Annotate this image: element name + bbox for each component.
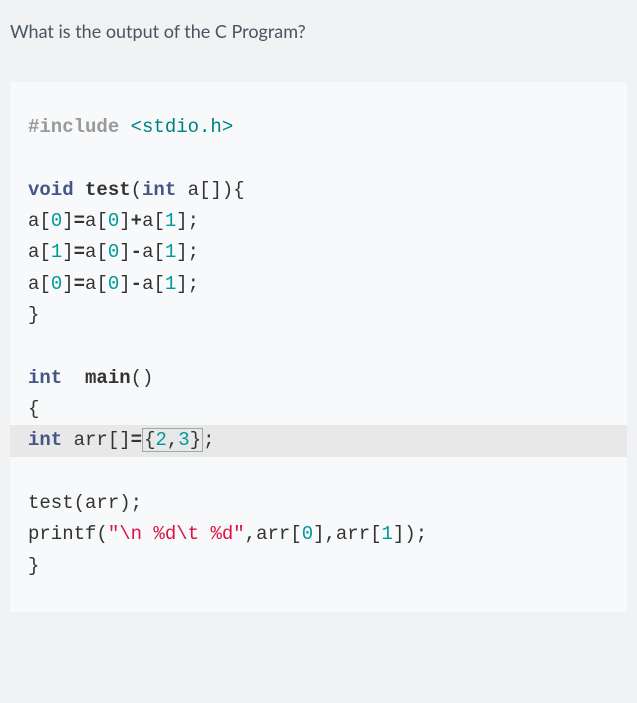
question-text: What is the output of the C Program? (0, 0, 637, 52)
function-name: test (85, 179, 131, 201)
selection-box: {2,3} (142, 428, 203, 452)
keyword-int: int (142, 179, 176, 201)
code-block: #include <stdio.h> void test(int a[]){ a… (10, 82, 627, 612)
preprocessor: #include (28, 116, 119, 138)
string-literal: "\n %d\t %d" (108, 523, 245, 545)
keyword-void: void (28, 179, 74, 201)
header-file: <stdio.h> (119, 116, 233, 138)
function-main: main (85, 367, 131, 389)
highlighted-line: int arr[]={2,3}; (10, 425, 627, 456)
keyword-int: int (28, 367, 62, 389)
